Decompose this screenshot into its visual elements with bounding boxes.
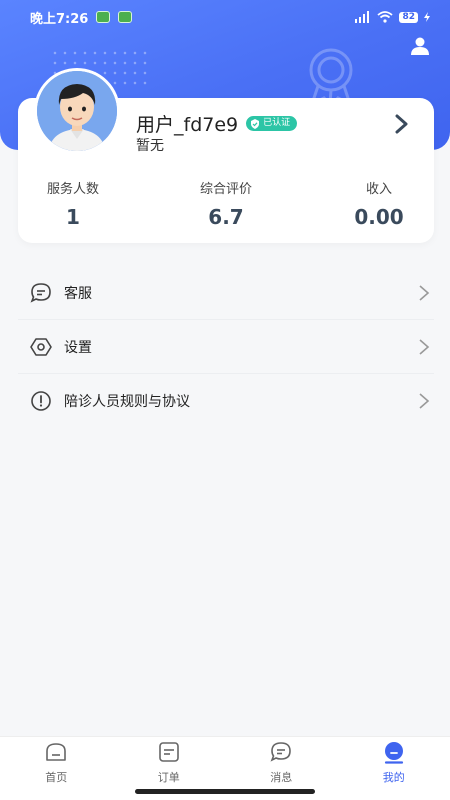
notification-app-icon: [96, 11, 111, 23]
charging-icon: [424, 12, 430, 22]
profile-icon: [384, 742, 403, 764]
menu-label: 设置: [64, 339, 92, 356]
tab-label: 我的: [382, 771, 405, 784]
stat-value: 6.7: [208, 205, 244, 229]
profile-subtitle: 暂无: [136, 138, 164, 154]
chevron-right-icon: [419, 393, 430, 409]
menu-item-rules-agreement[interactable]: 陪诊人员规则与协议: [18, 374, 434, 428]
chevron-right-icon: [419, 285, 430, 301]
wifi-icon: [377, 11, 394, 23]
signal-icon: [355, 11, 370, 23]
tab-label: 订单: [157, 771, 180, 784]
shield-check-icon: [251, 118, 260, 129]
status-time: 晚上7:26: [30, 11, 89, 27]
menu-item-customer-service[interactable]: 客服: [18, 266, 434, 320]
chevron-right-icon: [419, 339, 430, 355]
status-bar: 晚上7:26 82: [0, 0, 450, 34]
stat-income: 收入 0.00: [319, 178, 439, 229]
settings-menu: 客服 设置 陪诊人员规则与协议: [18, 266, 434, 428]
chat-bubble-icon: [30, 282, 51, 303]
home-indicator[interactable]: [135, 789, 315, 794]
stat-label: 收入: [365, 182, 392, 197]
settings-hexagon-icon: [30, 337, 52, 356]
tab-label: 首页: [45, 771, 68, 784]
chevron-right-icon[interactable]: [394, 114, 410, 134]
verified-badge: 已认证: [246, 116, 298, 131]
menu-label: 客服: [64, 285, 92, 302]
username: 用户_fd7e9: [136, 114, 239, 136]
order-icon: [158, 742, 179, 762]
avatar[interactable]: [34, 68, 120, 154]
tab-home[interactable]: 首页: [0, 737, 113, 800]
tab-label: 消息: [270, 771, 293, 784]
stat-label: 服务人数: [46, 182, 99, 197]
stat-value: 0.00: [354, 205, 404, 229]
award-badge-decoration-icon: [309, 48, 353, 106]
username-row: 用户_fd7e9 已认证: [136, 110, 298, 137]
status-indicators: 82: [353, 11, 430, 23]
tab-profile[interactable]: 我的: [338, 737, 450, 800]
user-icon[interactable]: [410, 36, 430, 56]
stat-rating: 综合评价 6.7: [166, 178, 286, 229]
menu-item-settings[interactable]: 设置: [18, 320, 434, 374]
stat-value: 1: [66, 205, 80, 229]
info-alert-icon: [31, 391, 51, 411]
stat-service-count: 服务人数 1: [13, 178, 133, 229]
verified-label: 已认证: [263, 118, 291, 128]
message-icon: [270, 742, 292, 762]
avatar-illustration-icon: [37, 71, 117, 151]
home-icon: [46, 743, 67, 761]
battery-level: 82: [399, 11, 418, 23]
menu-label: 陪诊人员规则与协议: [64, 394, 190, 410]
notification-app-icon: [118, 11, 133, 23]
stat-label: 综合评价: [199, 182, 252, 197]
